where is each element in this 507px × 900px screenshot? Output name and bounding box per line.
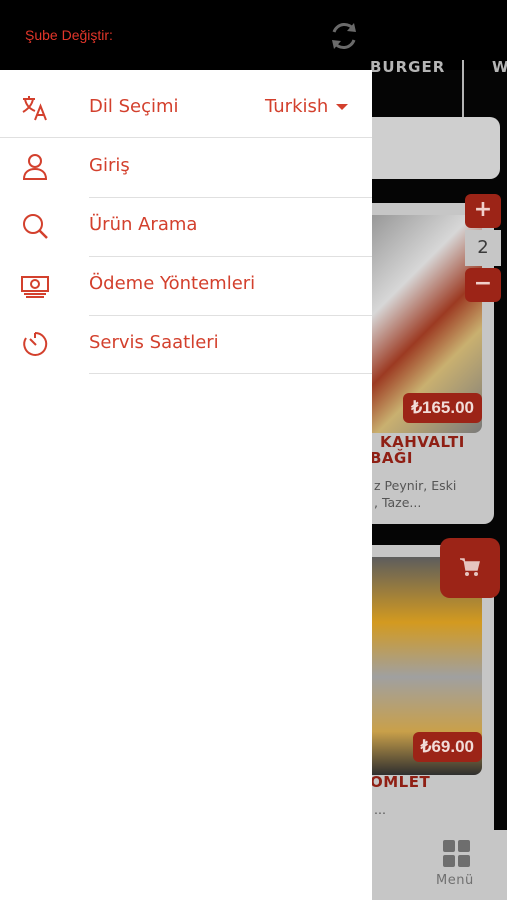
drawer-item-language[interactable]: Dil Seçimi Turkish (0, 79, 372, 137)
product-search-box[interactable] (350, 117, 500, 179)
chevron-down-icon[interactable] (336, 104, 348, 110)
side-drawer: Dil Seçimi Turkish Giriş Ürün Arama Ödem… (0, 70, 372, 900)
menu-label[interactable]: Menü (436, 873, 474, 888)
bottom-navigation: Menü (350, 830, 507, 900)
drawer-item-label: Giriş (89, 155, 130, 176)
drawer-item-label: Ödeme Yöntemleri (89, 273, 256, 294)
product-title: OMLET (370, 773, 431, 791)
product-title-line1: KAHVALTI (380, 433, 465, 451)
money-icon (21, 276, 49, 298)
product-description: ... (374, 802, 386, 817)
drawer-item-service-hours[interactable]: Servis Saatleri (0, 315, 372, 373)
product-description: z Peynir, Eski , Taze... (374, 477, 484, 511)
price-badge: ₺165.00 (403, 393, 482, 423)
translate-icon (22, 96, 47, 121)
quantity-value: 2 (465, 230, 501, 266)
drawer-item-label: Dil Seçimi (89, 96, 179, 117)
price-badge: ₺69.00 (412, 732, 482, 762)
quantity-stepper: + 2 − (465, 194, 501, 302)
increase-quantity-button[interactable]: + (465, 194, 501, 228)
category-separator (462, 60, 464, 122)
language-select-value[interactable]: Turkish (265, 96, 328, 117)
user-icon (22, 154, 48, 180)
category-tab-burger[interactable]: BURGER (370, 58, 445, 76)
drawer-item-product-search[interactable]: Ürün Arama (0, 197, 372, 255)
category-tab-next[interactable]: W (492, 58, 507, 76)
product-desc-line1: z Peynir, Eski (374, 478, 457, 493)
decrease-quantity-button[interactable]: − (465, 268, 501, 302)
menu-grid-icon[interactable] (443, 840, 470, 867)
product-title: KAHVALTI BAĞI (370, 434, 470, 466)
add-to-cart-button[interactable] (440, 538, 500, 598)
drawer-item-login[interactable]: Giriş (0, 138, 372, 196)
drawer-item-label: Servis Saatleri (89, 332, 219, 353)
cart-icon (460, 558, 480, 576)
search-icon (23, 214, 48, 239)
product-desc-line2: , Taze... (374, 495, 422, 510)
drawer-item-label: Ürün Arama (89, 214, 198, 235)
timer-icon (23, 331, 48, 356)
drawer-item-payment-methods[interactable]: Ödeme Yöntemleri (0, 256, 372, 314)
drawer-divider (89, 373, 372, 374)
product-title-line2: BAĞI (370, 449, 413, 467)
